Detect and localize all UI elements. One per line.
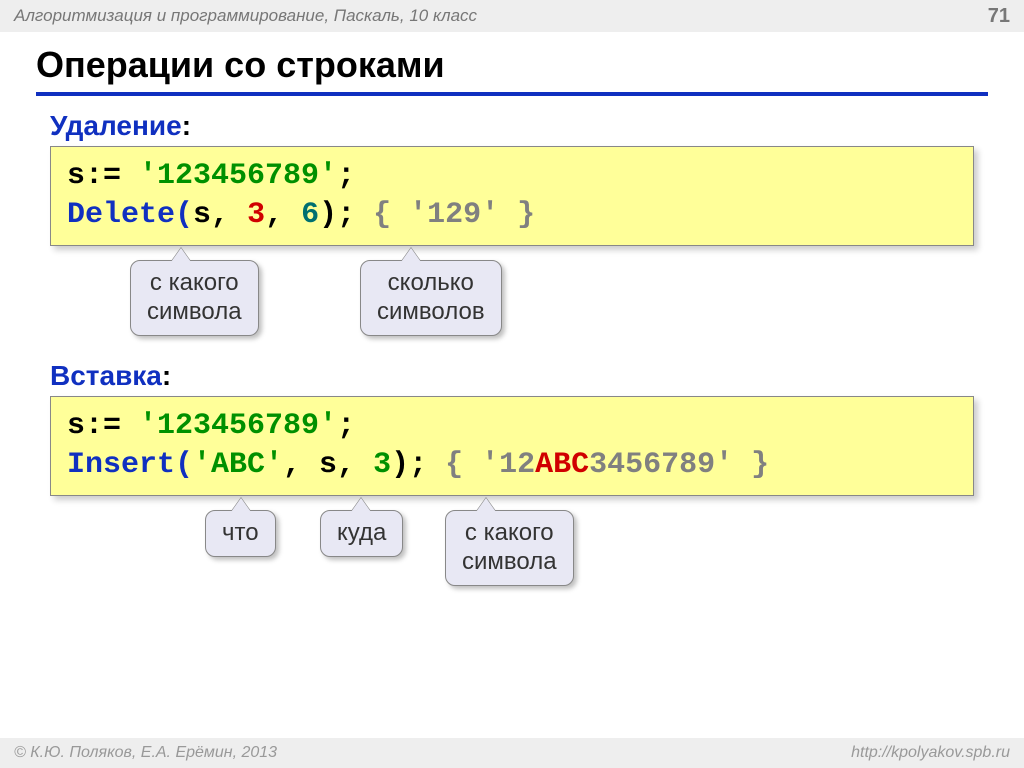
callout-how-many: сколько символов bbox=[360, 260, 502, 336]
callout-tail-icon bbox=[231, 498, 251, 512]
footer-copyright: © К.Ю. Поляков, Е.А. Ерёмин, 2013 bbox=[14, 744, 277, 762]
header-bar: Алгоритмизация и программирование, Паска… bbox=[0, 0, 1024, 32]
callout-tail-icon bbox=[351, 498, 371, 512]
delete-code: s:= '123456789'; Delete(s, 3, 6); { '129… bbox=[50, 146, 974, 246]
code-line: Insert('ABC', s, 3); { '12ABC3456789' } bbox=[67, 446, 957, 485]
slide: Алгоритмизация и программирование, Паска… bbox=[0, 0, 1024, 768]
callout-tail-icon bbox=[476, 498, 496, 512]
page-number: 71 bbox=[988, 5, 1010, 28]
callout-tail-icon bbox=[401, 248, 421, 262]
delete-callouts: с какого символа сколько символов bbox=[50, 260, 974, 360]
delete-label: Удаление: bbox=[50, 110, 974, 142]
footer-bar: © К.Ю. Поляков, Е.А. Ерёмин, 2013 http:/… bbox=[0, 738, 1024, 768]
callout-from-symbol-2: с какого символа bbox=[445, 510, 574, 586]
footer-url: http://kpolyakov.spb.ru bbox=[851, 744, 1010, 762]
insert-label: Вставка: bbox=[50, 360, 974, 392]
code-line: Delete(s, 3, 6); { '129' } bbox=[67, 196, 957, 235]
callout-where: куда bbox=[320, 510, 403, 557]
callout-tail-icon bbox=[171, 248, 191, 262]
insert-callouts: что куда с какого символа bbox=[50, 510, 974, 620]
code-line: s:= '123456789'; bbox=[67, 407, 957, 446]
insert-code: s:= '123456789'; Insert('ABC', s, 3); { … bbox=[50, 396, 974, 496]
header-course: Алгоритмизация и программирование, Паска… bbox=[14, 6, 477, 26]
callout-what: что bbox=[205, 510, 276, 557]
callout-from-symbol: с какого символа bbox=[130, 260, 259, 336]
page-title: Операции со строками bbox=[36, 44, 988, 96]
content: Удаление: s:= '123456789'; Delete(s, 3, … bbox=[0, 100, 1024, 620]
code-line: s:= '123456789'; bbox=[67, 157, 957, 196]
